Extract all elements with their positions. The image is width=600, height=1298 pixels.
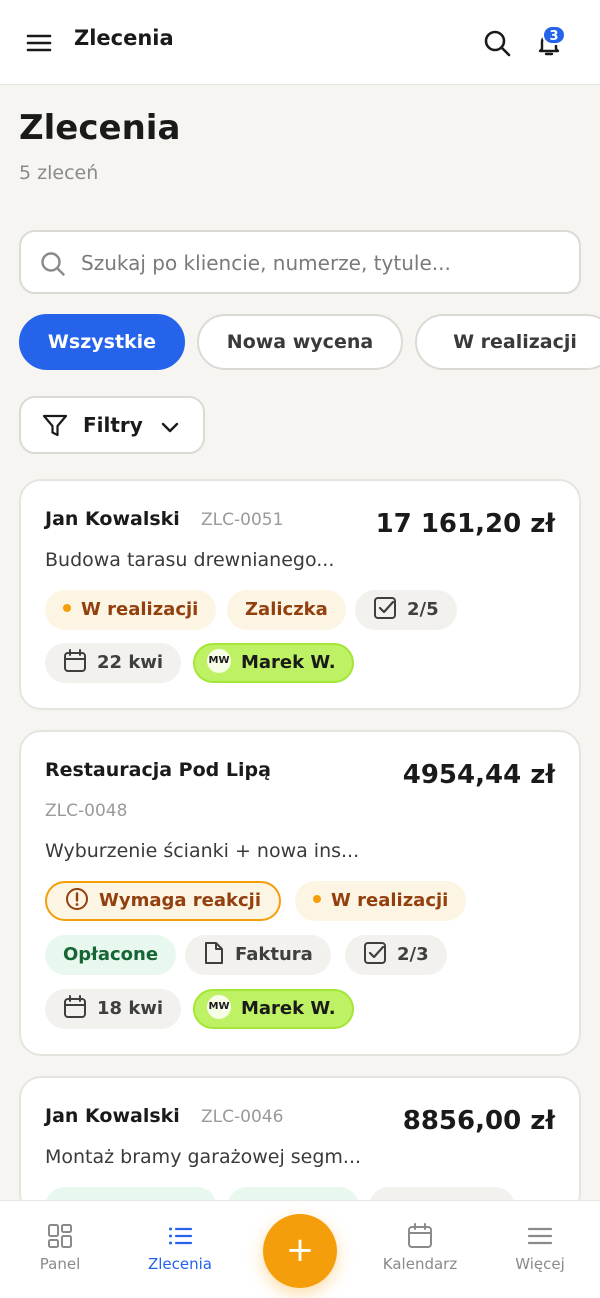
- notification-badge: 3: [542, 25, 566, 45]
- hamburger-menu-icon: [527, 1227, 553, 1245]
- nav-calendar-label: Kalendarz: [382, 1255, 458, 1273]
- date-badge: 22 kwi: [45, 643, 182, 683]
- page-title: Zlecenia: [19, 108, 181, 148]
- assignee-badge[interactable]: MW Marek W.: [193, 643, 354, 683]
- calendar-icon: [64, 649, 86, 672]
- status-filter-tabs: Wszystkie Nowa wycena W realizacji: [19, 314, 600, 370]
- nav-panel-label: Panel: [39, 1255, 81, 1273]
- tasks-badge: 2/5: [355, 590, 457, 630]
- order-amount: 4954,44 zł: [402, 760, 555, 790]
- avatar: MW: [207, 995, 231, 1019]
- search-input[interactable]: [81, 246, 561, 280]
- search-box: [19, 230, 581, 294]
- client-name: Jan Kowalski: [45, 1105, 180, 1127]
- order-amount: 17 161,20 zł: [375, 509, 555, 539]
- add-order-button[interactable]: +: [263, 1214, 337, 1288]
- date-badge: 18 kwi: [45, 989, 182, 1029]
- search-icon[interactable]: [482, 28, 512, 58]
- assignee-badge[interactable]: MW Marek W.: [193, 989, 354, 1029]
- avatar: MW: [207, 649, 231, 673]
- list-icon: [169, 1227, 193, 1245]
- checkbox-icon: [364, 942, 386, 964]
- order-number: ZLC-0046: [201, 1107, 284, 1127]
- orders-count: 5 zleceń: [19, 162, 99, 184]
- checkbox-icon: [374, 597, 396, 619]
- hamburger-menu-icon[interactable]: [24, 28, 54, 58]
- tab-all[interactable]: Wszystkie: [19, 314, 185, 370]
- document-icon: [205, 942, 223, 964]
- calendar-icon: [64, 995, 86, 1018]
- payment-badge: Opłacone: [45, 935, 177, 975]
- status-dot-icon: [63, 604, 71, 612]
- order-description: Budowa tarasu drewnianego...: [45, 549, 335, 571]
- alert-badge: Wymaga reakcji: [45, 881, 281, 921]
- status-dot-icon: [313, 895, 321, 903]
- nav-orders[interactable]: Zlecenia: [120, 1201, 240, 1298]
- tab-in-progress[interactable]: W realizacji: [415, 314, 600, 370]
- calendar-icon: [408, 1223, 432, 1248]
- status-badge: W realizacji: [45, 590, 217, 630]
- filters-label: Filtry: [83, 413, 143, 437]
- nav-more[interactable]: Więcej: [480, 1201, 600, 1298]
- app-bar-title: Zlecenia: [74, 26, 174, 50]
- tasks-badge: 2/3: [345, 935, 447, 975]
- payment-badge: Zaliczka: [227, 590, 346, 630]
- filters-button[interactable]: Filtry: [19, 396, 205, 454]
- search-icon: [41, 252, 65, 276]
- nav-more-label: Więcej: [515, 1255, 565, 1273]
- order-card[interactable]: Jan Kowalski ZLC-0051 17 161,20 zł Budow…: [19, 479, 581, 710]
- client-name: Restauracja Pod Lipą: [45, 759, 271, 781]
- nav-calendar[interactable]: Kalendarz: [360, 1201, 480, 1298]
- order-description: Montaż bramy garażowej segm...: [45, 1146, 362, 1168]
- order-card[interactable]: Restauracja Pod Lipą 4954,44 zł ZLC-0048…: [19, 730, 581, 1056]
- nav-orders-label: Zlecenia: [147, 1255, 212, 1273]
- order-description: Wyburzenie ścianki + nowa ins...: [45, 840, 360, 862]
- nav-panel[interactable]: Panel: [0, 1201, 120, 1298]
- document-badge: Faktura: [185, 935, 331, 975]
- funnel-icon: [42, 414, 68, 437]
- alert-circle-icon: [66, 888, 88, 910]
- chevron-down-icon: [161, 422, 179, 433]
- order-number: ZLC-0048: [45, 801, 128, 821]
- top-app-bar: Zlecenia 3: [0, 0, 600, 85]
- client-name: Jan Kowalski: [45, 508, 180, 530]
- tab-new-quote[interactable]: Nowa wycena: [197, 314, 403, 370]
- status-badge: W realizacji: [295, 881, 467, 921]
- dashboard-grid-icon: [48, 1224, 72, 1248]
- order-amount: 8856,00 zł: [402, 1106, 555, 1136]
- order-number: ZLC-0051: [201, 510, 284, 530]
- order-card[interactable]: Jan Kowalski ZLC-0046 8856,00 zł Montaż …: [19, 1076, 581, 1216]
